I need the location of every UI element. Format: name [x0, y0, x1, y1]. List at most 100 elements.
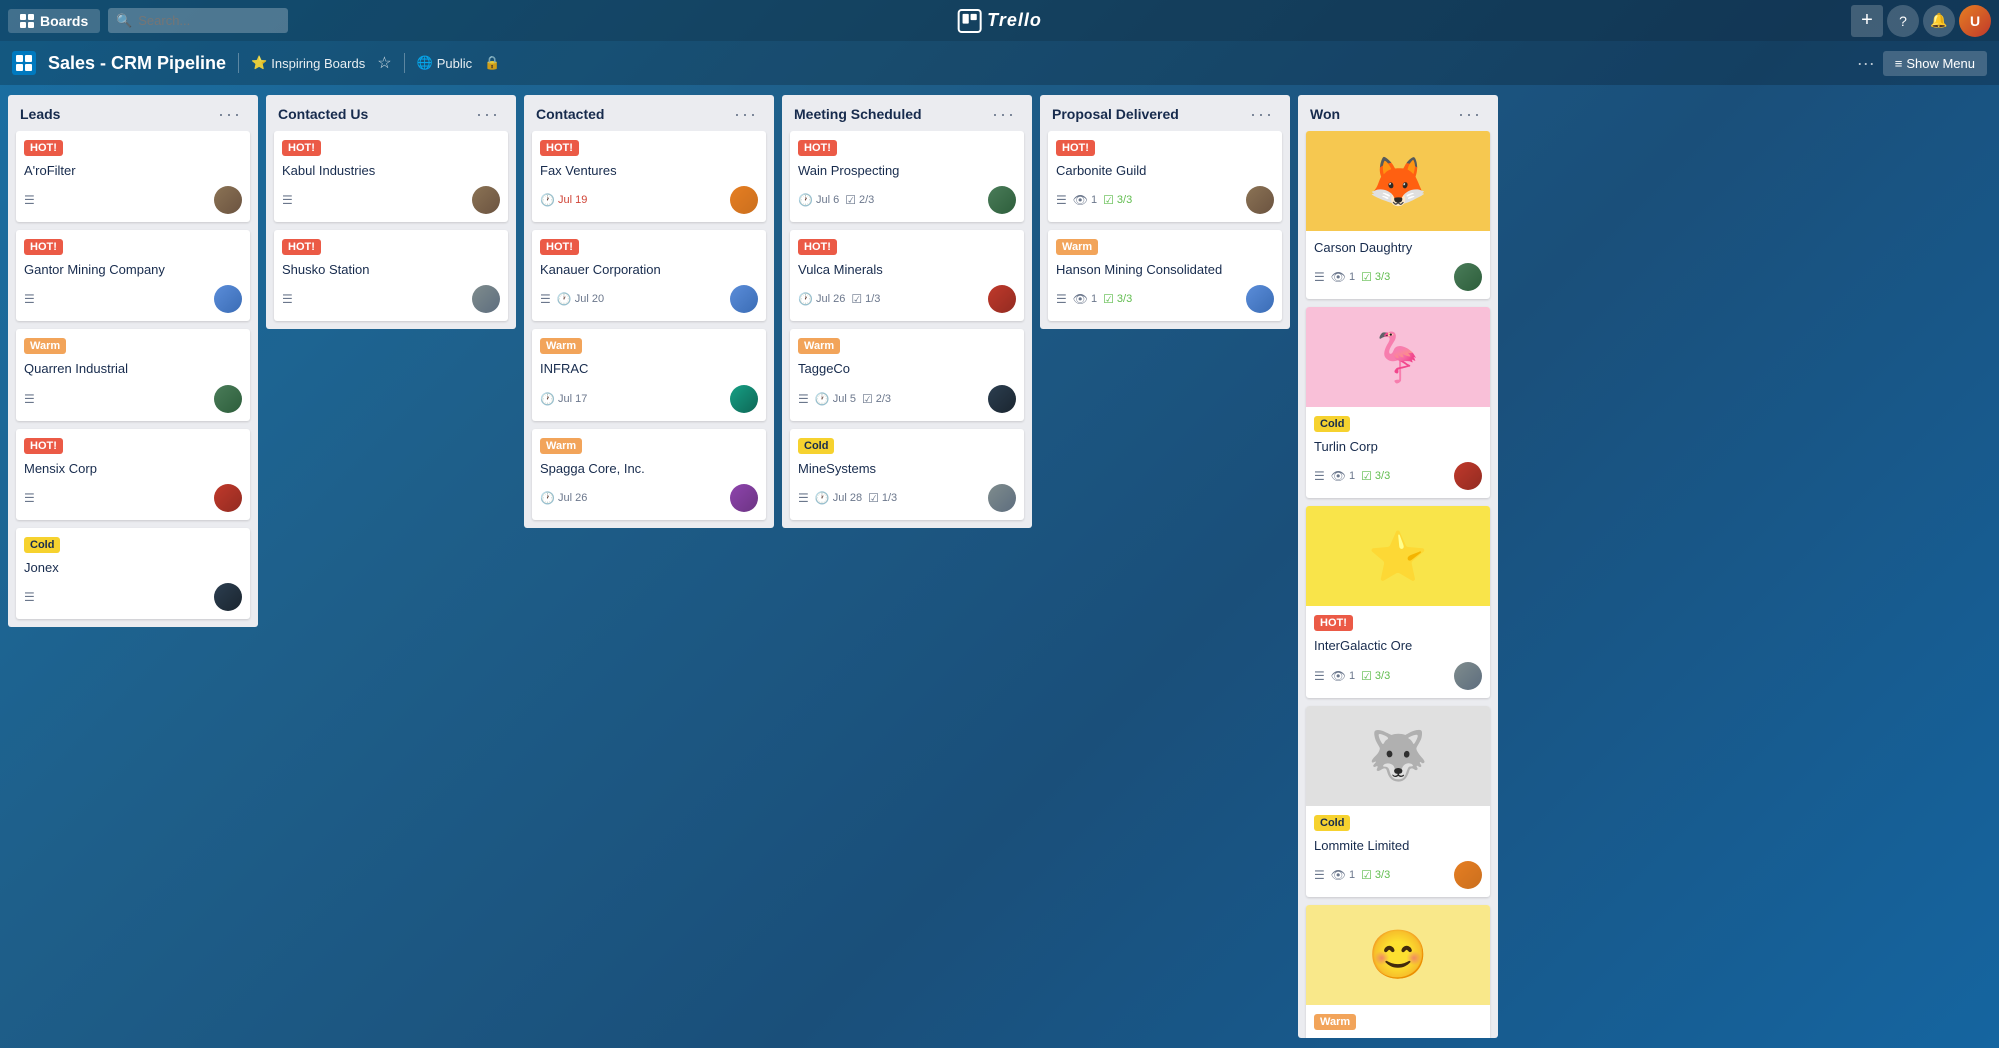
card[interactable]: HOT!Mensix Corp☰: [16, 429, 250, 520]
card-footer: ☰🕐Jul 28☑1/3: [798, 484, 1016, 512]
card[interactable]: WarmTaggeCo☰🕐Jul 5☑2/3: [790, 329, 1024, 420]
card-title: Turlin Corp: [1314, 438, 1482, 456]
checklist-count: 1/3: [865, 293, 880, 305]
more-icon[interactable]: ···: [1857, 53, 1875, 74]
card[interactable]: ColdMineSystems☰🕐Jul 28☑1/3: [790, 429, 1024, 520]
show-menu-button[interactable]: ≡ Show Menu: [1883, 51, 1987, 76]
card-title: Gantor Mining Company: [24, 261, 242, 279]
avatar[interactable]: U: [1959, 5, 1991, 37]
description-icon: ☰: [24, 193, 35, 207]
badge-checkDone: ☑3/3: [1361, 270, 1390, 284]
card[interactable]: 🦩ColdTurlin Corp☰👁1☑3/3: [1306, 307, 1490, 498]
checklist-done-icon: ☑: [1361, 669, 1372, 683]
cards-container-leads: HOT!A'roFilter☰HOT!Gantor Mining Company…: [8, 131, 258, 627]
card[interactable]: HOT!Kabul Industries☰: [274, 131, 508, 222]
card[interactable]: HOT!Fax Ventures🕐Jul 19: [532, 131, 766, 222]
badge-checkDone: ☑3/3: [1103, 193, 1132, 207]
column-menu-proposal-delivered[interactable]: ···: [1246, 105, 1278, 123]
card[interactable]: 😊WarmRalltiir Consolidated Marble☰👁1☑3/3: [1306, 905, 1490, 1038]
card-footer: ☰: [24, 484, 242, 512]
card-footer: ☰: [24, 583, 242, 611]
board-header-right: ··· ≡ Show Menu: [1857, 51, 1987, 76]
card[interactable]: WarmSpagga Core, Inc.🕐Jul 26: [532, 429, 766, 520]
trello-svg-icon: [961, 12, 977, 30]
card-footer: 🕐Jul 26: [540, 484, 758, 512]
description-icon: ☰: [1056, 292, 1067, 306]
card[interactable]: HOT!Gantor Mining Company☰: [16, 230, 250, 321]
star-button[interactable]: ☆: [377, 53, 391, 73]
card-footer: 🕐Jul 17: [540, 385, 758, 413]
checklist-done-icon: ☑: [1103, 193, 1114, 207]
notifications-button[interactable]: 🔔: [1923, 5, 1955, 37]
help-button[interactable]: ?: [1887, 5, 1919, 37]
card[interactable]: HOT!Kanauer Corporation☰🕐Jul 20: [532, 230, 766, 321]
card[interactable]: ColdJonex☰: [16, 528, 250, 619]
card-label: Warm: [1314, 1014, 1356, 1030]
description-icon: ☰: [24, 292, 35, 306]
badge-watch: 👁1: [1073, 193, 1097, 207]
clock-icon: 🕐: [798, 292, 813, 306]
checklist-icon: ☑: [851, 292, 862, 306]
card[interactable]: HOT!Shusko Station☰: [274, 230, 508, 321]
card-avatar: [214, 186, 242, 214]
badge-checkDone: ☑3/3: [1361, 868, 1390, 882]
card[interactable]: HOT!Wain Prospecting🕐Jul 6☑2/3: [790, 131, 1024, 222]
card[interactable]: HOT!A'roFilter☰: [16, 131, 250, 222]
board-content: Leads···HOT!A'roFilter☰HOT!Gantor Mining…: [0, 85, 1999, 1048]
card[interactable]: HOT!Carbonite Guild☰👁1☑3/3: [1048, 131, 1282, 222]
card-footer: ☰👁1☑3/3: [1056, 186, 1274, 214]
desc-icon: ☰: [282, 193, 293, 207]
card-badges: ☰: [24, 292, 35, 306]
separator2: [404, 53, 405, 73]
card-avatar: [988, 186, 1016, 214]
watch-count: 1: [1349, 869, 1355, 881]
card-label: Cold: [1314, 416, 1350, 432]
card-cover: ⭐: [1306, 506, 1490, 606]
badge-due: 🕐Jul 19: [540, 193, 587, 207]
card[interactable]: WarmQuarren Industrial☰: [16, 329, 250, 420]
due-date: Jul 26: [558, 492, 587, 504]
badge-watch: 👁1: [1331, 469, 1355, 483]
lock-icon: 🔒: [484, 55, 500, 71]
clock-icon: 🕐: [557, 292, 572, 306]
card[interactable]: WarmHanson Mining Consolidated☰👁1☑3/3: [1048, 230, 1282, 321]
board-title-icon: [12, 51, 36, 75]
column-menu-meeting-scheduled[interactable]: ···: [988, 105, 1020, 123]
column-menu-contacted[interactable]: ···: [730, 105, 762, 123]
card-label: HOT!: [798, 239, 837, 255]
card[interactable]: WarmINFRAC🕐Jul 17: [532, 329, 766, 420]
description-icon: ☰: [282, 193, 293, 207]
column-menu-contacted-us[interactable]: ···: [472, 105, 504, 123]
boards-label: Boards: [40, 13, 88, 29]
card-avatar: [1454, 662, 1482, 690]
card-avatar: [472, 186, 500, 214]
visibility-link[interactable]: 🌐 Public: [417, 55, 473, 71]
inspiring-boards-link[interactable]: ⭐ Inspiring Boards: [251, 55, 365, 71]
search-input[interactable]: [108, 8, 288, 33]
add-button[interactable]: +: [1851, 5, 1883, 37]
card[interactable]: HOT!Vulca Minerals🕐Jul 26☑1/3: [790, 230, 1024, 321]
globe-icon: 🌐: [417, 55, 433, 71]
desc-icon: ☰: [798, 491, 809, 505]
card[interactable]: ⭐HOT!InterGalactic Ore☰👁1☑3/3: [1306, 506, 1490, 697]
badge-watch: 👁1: [1331, 669, 1355, 683]
description-icon: ☰: [798, 491, 809, 505]
card-label: Warm: [24, 338, 66, 354]
card-avatar: [214, 385, 242, 413]
column-menu-leads[interactable]: ···: [214, 105, 246, 123]
card[interactable]: 🦊Carson Daughtry☰👁1☑3/3: [1306, 131, 1490, 299]
card-avatar: [730, 385, 758, 413]
watch-count: 1: [1091, 293, 1097, 305]
checklist-icon: ☑: [868, 491, 879, 505]
column-menu-won[interactable]: ···: [1454, 105, 1486, 123]
badge-check: ☑1/3: [868, 491, 897, 505]
lock-link[interactable]: 🔒: [484, 55, 500, 71]
card-badges: ☰: [24, 590, 35, 604]
card-avatar: [730, 285, 758, 313]
card-badges: ☰👁1☑3/3: [1056, 193, 1132, 207]
badge-due: 🕐Jul 17: [540, 392, 587, 406]
card-title: Carson Daughtry: [1314, 239, 1482, 257]
boards-button[interactable]: Boards: [8, 9, 100, 33]
nav-right: + ? 🔔 U: [1851, 5, 1991, 37]
card[interactable]: 🐺ColdLommite Limited☰👁1☑3/3: [1306, 706, 1490, 897]
